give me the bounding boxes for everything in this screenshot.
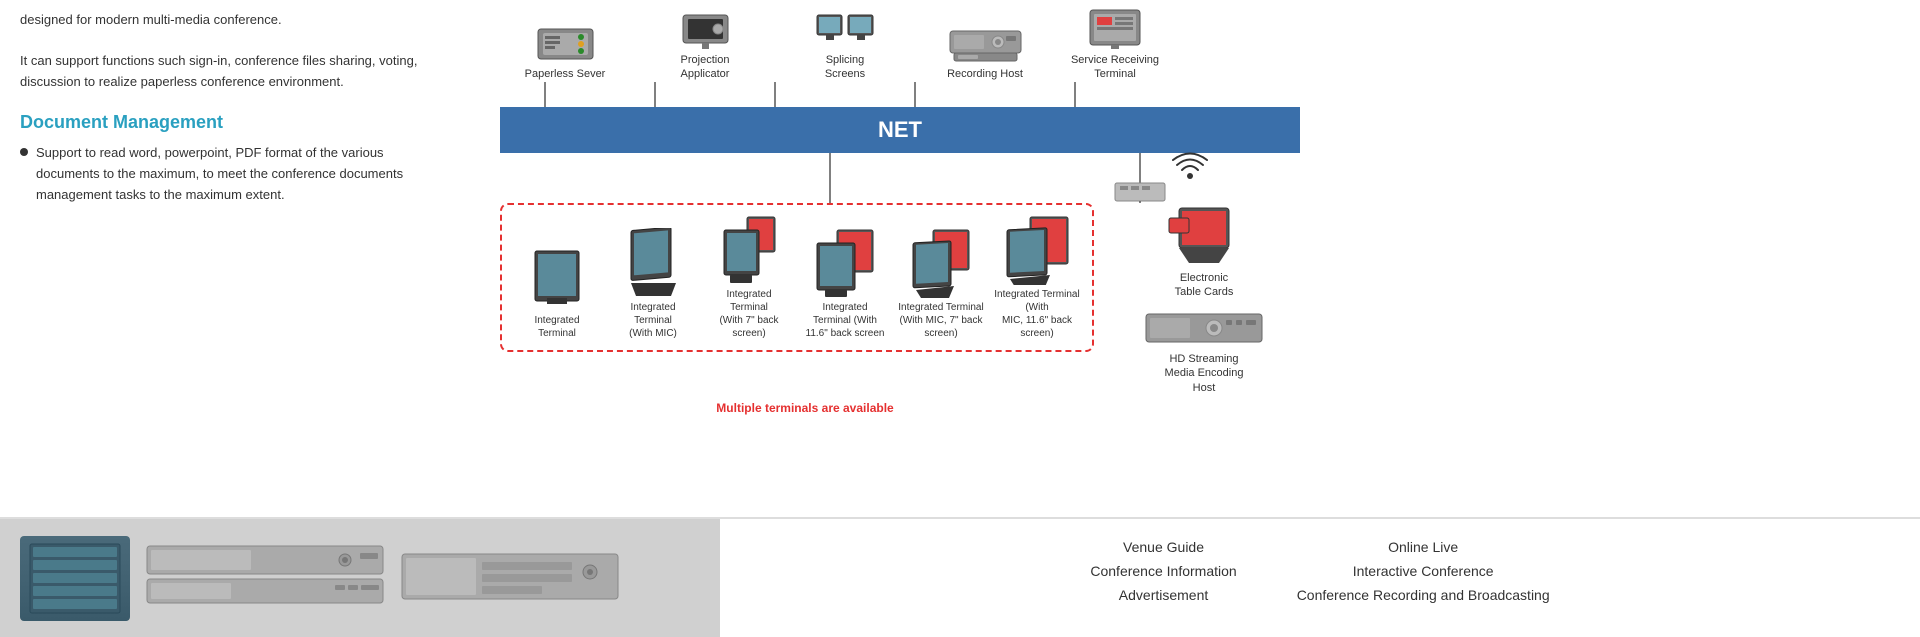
bullet-list: Support to read word, powerpoint, PDF fo…: [20, 143, 450, 205]
bullet-item-1: Support to read word, powerpoint, PDF fo…: [20, 143, 450, 205]
connector-lines-bottom: [500, 153, 1310, 203]
menu-interactive-conference: Interactive Conference: [1297, 563, 1550, 579]
bottom-right-menu: Venue Guide Conference Information Adver…: [720, 519, 1920, 637]
terminals-box: IntegratedTerminal: [500, 203, 1094, 352]
terminal-flat: IntegratedTerminal: [512, 246, 602, 340]
terminal-mic-icon: [626, 228, 681, 301]
center-panel: Paperless Sever ProjectionApplicator: [480, 0, 1920, 517]
terminal-flat-label: IntegratedTerminal: [534, 314, 579, 340]
server-rack-icon: [20, 536, 130, 621]
terminal-116back: IntegratedTerminal (With11.6" back scree…: [800, 228, 890, 340]
recording-label: Recording Host: [947, 67, 1023, 81]
projection-label: ProjectionApplicator: [681, 53, 730, 82]
doc-management-section: Document Management Support to read word…: [20, 112, 450, 205]
menu-online-live: Online Live: [1297, 539, 1550, 555]
terminal-116back-icon: [815, 228, 875, 301]
terminal-7back-icon: [722, 215, 777, 288]
paperless-server-icon: [533, 24, 598, 67]
splicing-icon: [815, 10, 875, 53]
multiple-terminals-wrapper: Multiple terminals are available: [490, 401, 1910, 415]
wifi-icon: [1170, 148, 1210, 186]
device-paperless-server: Paperless Sever: [510, 24, 620, 81]
net-label: NET: [878, 117, 922, 142]
terminal-mic: IntegratedTerminal(With MIC): [608, 228, 698, 340]
menu-conference-recording: Conference Recording and Broadcasting: [1297, 587, 1550, 603]
menu-advertisement: Advertisement: [1090, 587, 1236, 603]
streaming-icon: [1144, 309, 1264, 352]
terminal-flat-icon: [532, 246, 582, 314]
bottom-col-2: Online Live Interactive Conference Confe…: [1297, 539, 1550, 603]
terminal-7back-label: IntegratedTerminal(With 7" backscreen): [719, 288, 778, 340]
top-devices-row: Paperless Sever ProjectionApplicator: [500, 5, 1300, 82]
right-devices-col: ElectronicTable Cards: [1139, 203, 1269, 395]
main-container: designed for modern multi-media conferen…: [0, 0, 1920, 517]
streaming-label: HD StreamingMedia EncodingHost: [1165, 352, 1244, 395]
device-table-card: ElectronicTable Cards: [1154, 203, 1254, 300]
bottom-row: IntegratedTerminal: [490, 203, 1910, 395]
terminal-mic-7back: Integrated Terminal(With MIC, 7" backscr…: [896, 228, 986, 340]
left-panel: designed for modern multi-media conferen…: [0, 0, 480, 517]
bullet-dot: [20, 148, 28, 156]
terminal-mic-116back-label: Integrated Terminal (WithMIC, 11.6" back…: [992, 288, 1082, 340]
menu-venue-guide: Venue Guide: [1090, 539, 1236, 555]
intro-text2: It can support functions such sign-in, c…: [20, 51, 450, 93]
table-card-icon: [1164, 203, 1244, 271]
bottom-left-servers: [0, 519, 720, 637]
table-card-label: ElectronicTable Cards: [1175, 271, 1234, 300]
connector-lines-top: [500, 82, 1310, 107]
doc-management-title: Document Management: [20, 112, 450, 133]
intro-text: designed for modern multi-media conferen…: [20, 10, 450, 31]
terminal-7back: IntegratedTerminal(With 7" backscreen): [704, 215, 794, 340]
device-streaming: HD StreamingMedia EncodingHost: [1139, 309, 1269, 395]
projection-icon: [678, 5, 733, 53]
service-icon: [1085, 5, 1145, 53]
menu-conference-info: Conference Information: [1090, 563, 1236, 579]
net-bar: NET: [500, 107, 1300, 153]
terminal-mic-7back-icon: [911, 228, 971, 301]
terminal-mic-label: IntegratedTerminal(With MIC): [629, 301, 677, 340]
recording-icon: [948, 26, 1023, 67]
device-service: Service ReceivingTerminal: [1060, 5, 1170, 82]
device-splicing: SplicingScreens: [790, 10, 900, 82]
splicing-label: SplicingScreens: [825, 53, 865, 82]
terminal-mic-116back: Integrated Terminal (WithMIC, 11.6" back…: [992, 215, 1082, 340]
device-projection: ProjectionApplicator: [650, 5, 760, 82]
paperless-server-label: Paperless Sever: [525, 67, 606, 81]
terminal-116back-label: IntegratedTerminal (With11.6" back scree…: [806, 301, 885, 340]
terminal-mic-116back-icon: [1005, 215, 1070, 288]
terminal-mic-7back-label: Integrated Terminal(With MIC, 7" backscr…: [898, 301, 983, 340]
service-label: Service ReceivingTerminal: [1071, 53, 1159, 82]
server-unit-2: [400, 552, 620, 605]
diagram-container: Paperless Sever ProjectionApplicator: [490, 5, 1910, 415]
bottom-section: Venue Guide Conference Information Adver…: [0, 517, 1920, 637]
bullet-text-1: Support to read word, powerpoint, PDF fo…: [36, 143, 450, 205]
bottom-col-1: Venue Guide Conference Information Adver…: [1090, 539, 1236, 603]
multiple-terminals-text: Multiple terminals are available: [500, 401, 1110, 415]
server-unit-1: [145, 544, 385, 612]
device-recording: Recording Host: [930, 26, 1040, 81]
